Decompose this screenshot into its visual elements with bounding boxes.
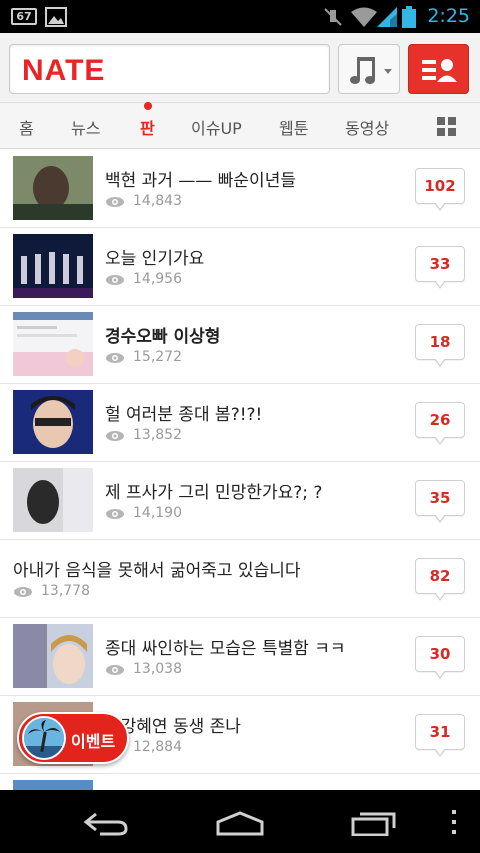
view-count: 15,272 — [133, 349, 182, 365]
overflow-menu-icon[interactable] — [450, 810, 458, 834]
tab-pan[interactable]: 판 — [140, 115, 155, 139]
comment-count: 26 — [429, 411, 451, 429]
system-nav-bar — [0, 790, 480, 853]
post-thumbnail — [13, 390, 93, 454]
battery-icon — [402, 6, 416, 28]
music-search-button[interactable] — [338, 44, 400, 94]
views-eye-icon — [106, 353, 124, 363]
event-button[interactable]: 이벤트 — [17, 712, 129, 764]
comment-count: 31 — [429, 723, 451, 741]
comment-count: 18 — [429, 333, 451, 351]
post-thumbnail — [13, 156, 93, 220]
view-count: 14,956 — [133, 271, 182, 287]
home-icon[interactable] — [214, 810, 266, 836]
post-list: 백현 과거 —— 빠순이년들 14,843 102 오늘 인기가요 14,956… — [0, 150, 480, 790]
post-thumbnail — [13, 624, 93, 688]
search-box[interactable]: NATE — [9, 44, 330, 94]
post-title: 헐 여러분 종대 봄?!?! — [105, 405, 263, 425]
recent-apps-icon[interactable] — [350, 810, 398, 836]
views-eye-icon — [106, 197, 124, 207]
my-menu-button[interactable] — [408, 44, 469, 94]
comment-count-bubble[interactable]: 35 — [415, 480, 465, 523]
tab-webtoon[interactable]: 웹툰 — [279, 115, 308, 139]
music-note-icon — [350, 57, 392, 84]
mute-icon — [324, 8, 342, 26]
post-title: 백현 과거 —— 빠순이년들 — [105, 171, 296, 191]
post-title: 제 프사가 그리 민망한가요?; ? — [105, 483, 323, 503]
view-count: 13,852 — [133, 427, 182, 443]
status-bar: 67 2:25 — [0, 0, 480, 33]
comment-count-bubble[interactable]: 82 — [415, 558, 465, 601]
clock: 2:25 — [427, 5, 470, 27]
list-item[interactable]: 아내가 음식을 못해서 굶어죽고 있습니다 13,778 82 — [0, 540, 480, 618]
comment-count-bubble[interactable]: 26 — [415, 402, 465, 445]
comment-count-bubble[interactable]: 30 — [415, 636, 465, 679]
post-title: 아내가 음식을 못해서 굶어죽고 있습니다 — [13, 561, 301, 581]
comment-count-bubble[interactable]: 18 — [415, 324, 465, 367]
menu-person-icon — [422, 59, 457, 82]
views-eye-icon — [106, 509, 124, 519]
tab-news[interactable]: 뉴스 — [71, 115, 100, 139]
comment-count-bubble[interactable]: 31 — [415, 714, 465, 757]
view-count: 14,190 — [133, 505, 182, 521]
post-title: 오늘 인기가요 — [105, 249, 205, 269]
post-thumbnail — [13, 780, 93, 790]
comment-count: 102 — [424, 177, 456, 195]
list-item[interactable]: 오늘 인기가요 14,956 33 — [0, 228, 480, 306]
palm-tree-icon — [22, 716, 66, 760]
post-title: 종대 싸인하는 모습은 특별함 ㅋㅋ — [105, 639, 346, 659]
back-icon[interactable] — [82, 810, 130, 836]
active-tab-dot — [144, 102, 152, 110]
list-item[interactable]: 경수오빠 이상형 15,272 18 — [0, 306, 480, 384]
comment-count-bubble[interactable]: 33 — [415, 246, 465, 289]
comment-count-bubble[interactable]: 102 — [415, 168, 465, 211]
comment-count: 82 — [429, 567, 451, 585]
post-thumbnail — [13, 234, 93, 298]
comment-count: 30 — [429, 645, 451, 663]
comment-count: 33 — [429, 255, 451, 273]
grid-menu-icon[interactable] — [437, 117, 457, 137]
post-thumbnail — [13, 312, 93, 376]
list-item[interactable]: 백현 과거 —— 빠순이년들 14,843 102 — [0, 150, 480, 228]
list-item[interactable]: 제 프사가 그리 민망한가요?; ? 14,190 35 — [0, 462, 480, 540]
list-item[interactable] — [0, 774, 480, 790]
comment-count: 35 — [429, 489, 451, 507]
post-thumbnail — [13, 468, 93, 532]
tab-issue-up[interactable]: 이슈UP — [191, 115, 242, 139]
views-eye-icon — [106, 275, 124, 285]
view-count: 13,038 — [133, 661, 182, 677]
post-title: 경수오빠 이상형 — [105, 327, 221, 347]
app-header: NATE — [0, 33, 480, 103]
view-count: 14,843 — [133, 193, 182, 209]
tab-bar: 홈 뉴스 판 이슈UP 웹툰 동영상 — [0, 102, 480, 149]
tab-video[interactable]: 동영상 — [345, 115, 389, 139]
tab-home[interactable]: 홈 — [19, 115, 34, 139]
views-eye-icon — [106, 431, 124, 441]
view-count: 13,778 — [41, 583, 90, 599]
event-label: 이벤트 — [71, 732, 116, 751]
list-item[interactable]: 종대 싸인하는 모습은 특별함 ㅋㅋ 13,038 30 — [0, 618, 480, 696]
view-count: 12,884 — [133, 739, 182, 755]
nate-logo: NATE — [22, 54, 106, 87]
views-eye-icon — [106, 665, 124, 675]
wifi-icon — [351, 7, 377, 27]
list-item[interactable]: 헐 여러분 종대 봄?!?! 13,852 26 — [0, 384, 480, 462]
image-notification-icon — [45, 7, 67, 27]
views-eye-icon — [14, 587, 32, 597]
signal-icon — [377, 7, 397, 27]
notification-badge: 67 — [11, 8, 37, 25]
